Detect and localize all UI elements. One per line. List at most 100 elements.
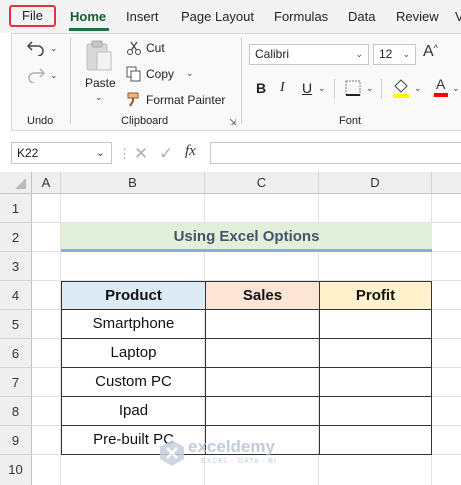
- column-header-e[interactable]: [432, 172, 461, 194]
- increase-font-size-icon[interactable]: A^: [423, 43, 438, 61]
- cell-profit[interactable]: [319, 426, 432, 455]
- clipboard-icon: [86, 40, 112, 71]
- row-header-8[interactable]: 8: [0, 397, 32, 426]
- select-all-corner[interactable]: [0, 172, 32, 194]
- row-header-4[interactable]: 4: [0, 281, 32, 310]
- tab-data[interactable]: Data: [348, 9, 375, 24]
- cell-sales[interactable]: [205, 339, 320, 368]
- svg-text:A: A: [436, 76, 446, 92]
- redo-dropdown-icon[interactable]: ⌄: [50, 70, 58, 81]
- row-header-5[interactable]: 5: [0, 310, 32, 339]
- tab-review[interactable]: Review: [396, 9, 439, 24]
- row-header-2[interactable]: 2: [0, 223, 32, 252]
- paintbrush-icon: [127, 92, 139, 107]
- cancel-icon[interactable]: ✕: [134, 144, 148, 164]
- chevron-down-icon[interactable]: ⌄: [355, 45, 363, 64]
- row-header-9[interactable]: 9: [0, 426, 32, 455]
- borders-icon: [345, 80, 361, 96]
- header-sales[interactable]: Sales: [205, 281, 320, 310]
- font-size-value: 12: [379, 47, 393, 61]
- name-box[interactable]: K22 ⌄: [11, 142, 112, 164]
- select-all-icon: [15, 178, 26, 189]
- chevron-down-icon[interactable]: ⌄: [96, 143, 105, 163]
- active-tab-indicator: [69, 28, 109, 31]
- italic-button[interactable]: I: [280, 80, 285, 96]
- cell-product[interactable]: Laptop: [61, 339, 206, 368]
- fill-color-button[interactable]: [392, 78, 410, 101]
- copy-button[interactable]: [126, 66, 142, 85]
- undo-icon: [26, 41, 44, 57]
- column-header-d[interactable]: D: [319, 172, 432, 194]
- enter-icon[interactable]: ✓: [159, 144, 173, 164]
- copy-label[interactable]: Copy: [146, 67, 174, 81]
- borders-dropdown-icon[interactable]: ⌄: [366, 83, 374, 94]
- row-header-10[interactable]: 10: [0, 455, 32, 485]
- font-name-combo[interactable]: Calibri ⌄: [249, 44, 369, 65]
- name-box-value: K22: [17, 146, 39, 160]
- ribbon-separator: [241, 38, 242, 124]
- row-header-6[interactable]: 6: [0, 339, 32, 368]
- copy-icon: [126, 66, 141, 82]
- font-color-dropdown-icon[interactable]: ⌄: [452, 83, 460, 94]
- fill-color-dropdown-icon[interactable]: ⌄: [414, 83, 422, 94]
- underline-dropdown-icon[interactable]: ⌄: [318, 83, 326, 94]
- cell-sales[interactable]: [205, 397, 320, 426]
- tab-file[interactable]: File: [9, 5, 56, 27]
- format-painter-label[interactable]: Format Painter: [146, 93, 225, 107]
- cell-profit[interactable]: [319, 339, 432, 368]
- ribbon-separator: [334, 79, 335, 99]
- tab-formulas[interactable]: Formulas: [274, 9, 328, 24]
- paint-bucket-icon: [393, 79, 409, 98]
- cell-profit[interactable]: [319, 310, 432, 339]
- paste-button[interactable]: [84, 39, 114, 76]
- font-color-icon: A: [434, 76, 448, 97]
- cell-product[interactable]: Custom PC: [61, 368, 206, 397]
- cell-sales[interactable]: [205, 368, 320, 397]
- tab-insert[interactable]: Insert: [126, 9, 159, 24]
- header-product[interactable]: Product: [61, 281, 206, 310]
- font-group-label: Font: [339, 115, 362, 127]
- font-color-button[interactable]: A: [433, 76, 449, 101]
- cell-sales[interactable]: [205, 310, 320, 339]
- column-header-b[interactable]: B: [61, 172, 205, 194]
- tab-page-layout[interactable]: Page Layout: [181, 9, 254, 24]
- clipboard-launcher-icon[interactable]: ⇲: [229, 117, 237, 128]
- scissors-icon: [127, 41, 141, 55]
- paste-dropdown-icon[interactable]: ⌄: [95, 92, 103, 103]
- paste-label[interactable]: Paste: [85, 76, 116, 90]
- redo-button[interactable]: [26, 65, 46, 86]
- borders-button[interactable]: [345, 80, 361, 99]
- bold-button[interactable]: B: [256, 80, 266, 96]
- formula-bar-grip-icon: ⋮: [118, 146, 131, 161]
- sheet-title[interactable]: Using Excel Options: [61, 223, 432, 252]
- column-header-c[interactable]: C: [205, 172, 319, 194]
- tab-view[interactable]: V: [455, 9, 461, 24]
- header-profit[interactable]: Profit: [319, 281, 432, 310]
- cell-profit[interactable]: [319, 368, 432, 397]
- cell-product[interactable]: Ipad: [61, 397, 206, 426]
- cut-button[interactable]: [126, 40, 142, 59]
- ribbon-separator: [70, 38, 71, 124]
- undo-group-label: Undo: [27, 115, 54, 127]
- clipboard-group-label: Clipboard: [121, 115, 169, 127]
- format-painter-button[interactable]: [126, 92, 142, 111]
- font-size-combo[interactable]: 12 ⌄: [373, 44, 416, 65]
- watermark-brand: exceldemy: [188, 437, 275, 456]
- row-header-3[interactable]: 3: [0, 252, 32, 281]
- row-header-7[interactable]: 7: [0, 368, 32, 397]
- row-header-1[interactable]: 1: [0, 194, 32, 223]
- cell-profit[interactable]: [319, 397, 432, 426]
- column-header-a[interactable]: A: [32, 172, 61, 194]
- ribbon-separator: [381, 79, 382, 99]
- undo-button[interactable]: [26, 38, 46, 59]
- cut-label[interactable]: Cut: [146, 41, 165, 55]
- chevron-down-icon[interactable]: ⌄: [402, 45, 410, 64]
- cell-product[interactable]: Smartphone: [61, 310, 206, 339]
- underline-button[interactable]: U: [302, 80, 312, 96]
- copy-dropdown-icon[interactable]: ⌄: [186, 68, 194, 79]
- undo-dropdown-icon[interactable]: ⌄: [50, 43, 58, 54]
- tab-home[interactable]: Home: [70, 9, 106, 24]
- insert-function-icon[interactable]: fx: [185, 143, 196, 160]
- redo-icon: [28, 68, 46, 84]
- formula-input[interactable]: [210, 142, 461, 164]
